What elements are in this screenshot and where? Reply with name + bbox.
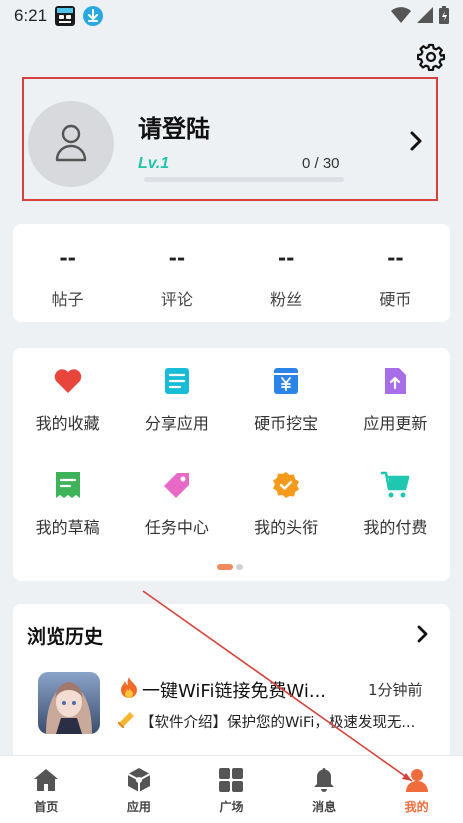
feature-my-title[interactable]: 我的头衔 [232, 470, 341, 574]
stat-posts[interactable]: -- 帖子 [13, 224, 122, 322]
stats-card: -- 帖子 -- 评论 -- 粉丝 -- 硬币 [13, 224, 450, 322]
history-title: 浏览历史 [27, 626, 104, 648]
settings-button[interactable] [416, 43, 446, 75]
feature-label: 任务中心 [144, 518, 209, 537]
nav-label: 我的 [404, 800, 429, 814]
app-badge-icon [55, 6, 76, 26]
user-placeholder-icon [53, 122, 89, 166]
avatar[interactable] [28, 101, 114, 187]
status-bar: 6:21 [0, 0, 463, 32]
user-icon [403, 766, 431, 794]
page-dot-active [217, 564, 233, 570]
nav-label: 广场 [219, 800, 244, 814]
fire-icon [120, 676, 138, 703]
download-icon [83, 6, 104, 26]
gear-icon [416, 43, 446, 75]
feature-label: 我的头衔 [254, 518, 319, 537]
stat-followers[interactable]: -- 粉丝 [232, 224, 341, 322]
stat-value: -- [387, 246, 404, 270]
history-item-title: 一键WiFi链接免费Wi... [142, 680, 327, 702]
nav-square[interactable]: 广场 [185, 756, 278, 823]
stat-coins[interactable]: -- 硬币 [341, 224, 450, 322]
bell-icon [310, 766, 338, 794]
exp-progress-bar [144, 177, 344, 182]
feature-task-center[interactable]: 任务中心 [122, 470, 231, 574]
wallet-icon [271, 366, 301, 396]
nav-me[interactable]: 我的 [370, 756, 463, 823]
feature-app-update[interactable]: 应用更新 [341, 366, 450, 470]
stat-label: 粉丝 [270, 290, 303, 309]
status-time: 6:21 [14, 6, 48, 25]
stat-comments[interactable]: -- 评论 [122, 224, 231, 322]
history-item-name[interactable]: 一键WiFi链接免费Wi... [120, 676, 326, 703]
nav-label: 应用 [126, 800, 151, 814]
cart-icon [380, 470, 410, 500]
feature-label: 硬币挖宝 [254, 414, 319, 433]
feature-label: 应用更新 [363, 414, 428, 433]
feature-label: 我的付费 [363, 518, 428, 537]
stat-value: -- [277, 246, 295, 270]
tag-icon [162, 470, 192, 500]
signal-icon [417, 7, 433, 27]
battery-icon [439, 6, 449, 28]
history-item-desc: 【软件介绍】保护您的WiFi，极速发现无... [117, 710, 416, 732]
chevron-right-icon[interactable] [406, 129, 426, 153]
feature-my-payments[interactable]: 我的付费 [341, 470, 450, 574]
level-label: Lv.1 [138, 155, 170, 172]
history-item-description: 【软件介绍】保护您的WiFi，极速发现无... [140, 714, 416, 731]
document-icon [162, 366, 192, 396]
badge-icon [271, 470, 301, 500]
nav-messages[interactable]: 消息 [278, 756, 371, 823]
nav-apps[interactable]: 应用 [93, 756, 186, 823]
history-card: 浏览历史 一键WiFi链接免费Wi... 1分钟前 【软件介绍】保护您的WiFi… [13, 604, 450, 764]
page-dot [236, 564, 243, 570]
feature-coin-treasure[interactable]: 硬币挖宝 [232, 366, 341, 470]
feature-drafts[interactable]: 我的草稿 [13, 470, 122, 574]
nav-label: 首页 [34, 800, 59, 814]
nav-home[interactable]: 首页 [0, 756, 93, 823]
stat-value: -- [168, 246, 186, 270]
history-app-thumbnail[interactable] [38, 672, 100, 734]
feature-label: 分享应用 [144, 414, 209, 433]
wifi-icon [391, 7, 411, 27]
feature-favorites[interactable]: 我的收藏 [13, 366, 122, 470]
bottom-nav: 首页 应用 广场 消息 我的 [0, 755, 463, 823]
exp-value: 0 / 30 [302, 155, 340, 172]
draft-icon [53, 470, 83, 500]
login-title[interactable]: 请登陆 [138, 109, 210, 144]
stat-label: 评论 [160, 290, 193, 309]
stat-label: 硬币 [379, 290, 412, 309]
feature-share-app[interactable]: 分享应用 [122, 366, 231, 470]
stat-label: 帖子 [51, 290, 84, 309]
home-icon [32, 766, 60, 794]
page-indicator [217, 564, 243, 570]
profile-card[interactable]: 请登陆 Lv.1 0 / 30 [22, 77, 438, 201]
feature-grid-card: 我的收藏 分享应用 硬币挖宝 应用更新 我的草稿 任务中心 我的头衔 我的付费 [13, 348, 450, 581]
chevron-right-icon[interactable] [416, 624, 430, 644]
nav-label: 消息 [312, 800, 337, 814]
upload-icon [380, 366, 410, 396]
feature-label: 我的收藏 [35, 414, 100, 433]
history-item-time: 1分钟前 [368, 681, 423, 699]
megaphone-icon [117, 710, 136, 732]
heart-icon [53, 366, 83, 396]
app-cube-icon [125, 766, 153, 794]
stat-value: -- [59, 246, 76, 270]
feature-label: 我的草稿 [35, 518, 100, 537]
grid-icon [217, 766, 245, 794]
